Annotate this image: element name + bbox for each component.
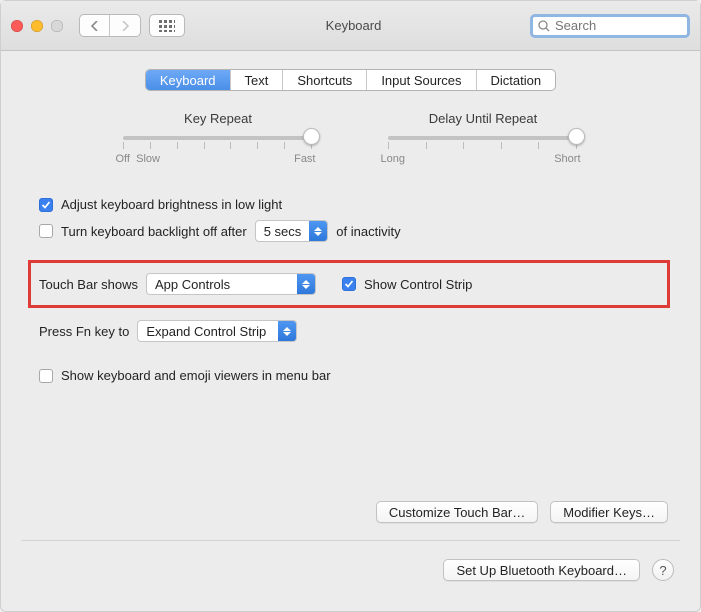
touch-bar-shows-label: Touch Bar shows [39,277,138,292]
touch-bar-shows-popup[interactable]: App Controls [146,273,316,295]
backlight-off-checkbox[interactable] [39,224,53,238]
delay-until-repeat-slider[interactable] [388,136,578,150]
show-viewers-checkbox[interactable] [39,369,53,383]
help-button[interactable]: ? [652,559,674,581]
tab-input-sources[interactable]: Input Sources [367,70,476,90]
search-icon [538,20,550,32]
minimize-window-button[interactable] [31,20,43,32]
show-viewers-row: Show keyboard and emoji viewers in menu … [31,364,670,387]
press-fn-popup[interactable]: Expand Control Strip [137,320,297,342]
content-area: Key Repeat Off Slow Fast Delay Until Rep… [1,91,700,387]
slider-knob[interactable] [303,128,320,145]
grid-icon [159,20,175,32]
press-fn-value: Expand Control Strip [138,321,278,341]
press-fn-label: Press Fn key to [39,324,129,339]
setup-bluetooth-keyboard-button[interactable]: Set Up Bluetooth Keyboard… [443,559,640,581]
stepper-arrows-icon [278,321,296,341]
back-button[interactable] [80,15,110,36]
highlight-annotation: Touch Bar shows App Controls Show Contro… [28,260,670,308]
adjust-brightness-label: Adjust keyboard brightness in low light [61,197,282,212]
adjust-brightness-checkbox[interactable] [39,198,53,212]
slider-knob[interactable] [568,128,585,145]
search-field[interactable] [530,14,690,38]
show-control-strip-label: Show Control Strip [364,277,472,292]
tab-dictation[interactable]: Dictation [477,70,556,90]
key-repeat-slider[interactable] [123,136,313,150]
delay-legend: Long Short [381,153,581,165]
stepper-arrows-icon [297,274,315,294]
adjust-brightness-row: Adjust keyboard brightness in low light [31,193,670,216]
show-viewers-label: Show keyboard and emoji viewers in menu … [61,368,331,383]
check-icon [41,200,51,210]
window-title: Keyboard [193,18,514,33]
modifier-keys-button[interactable]: Modifier Keys… [550,501,668,523]
backlight-off-label-b: of inactivity [336,224,400,239]
touch-bar-shows-row: Touch Bar shows App Controls Show Contro… [39,269,659,299]
preferences-window: Keyboard Keyboard Text Shortcuts Input S… [0,0,701,612]
delay-until-repeat-label: Delay Until Repeat [386,111,581,126]
search-input[interactable] [553,17,701,34]
press-fn-row: Press Fn key to Expand Control Strip [31,316,670,346]
content-buttons: Customize Touch Bar… Modifier Keys… [376,501,668,523]
delay-until-repeat-group: Delay Until Repeat Long Short [386,111,581,165]
window-buttons: Set Up Bluetooth Keyboard… ? [443,559,674,581]
key-repeat-legend: Off Slow Fast [116,153,316,165]
forward-button[interactable] [110,15,140,36]
options-section: Adjust keyboard brightness in low light … [31,193,670,387]
traffic-lights [11,20,63,32]
backlight-timeout-value: 5 secs [256,221,310,241]
backlight-timeout-popup[interactable]: 5 secs [255,220,329,242]
check-icon [344,279,354,289]
tab-shortcuts[interactable]: Shortcuts [283,70,367,90]
show-control-strip-checkbox[interactable] [342,277,356,291]
tab-bar: Keyboard Text Shortcuts Input Sources Di… [145,69,556,91]
stepper-arrows-icon [309,221,327,241]
backlight-off-label-a: Turn keyboard backlight off after [61,224,247,239]
zoom-window-button[interactable] [51,20,63,32]
close-window-button[interactable] [11,20,23,32]
key-repeat-label: Key Repeat [121,111,316,126]
sliders-group: Key Repeat Off Slow Fast Delay Until Rep… [31,111,670,165]
customize-touch-bar-button[interactable]: Customize Touch Bar… [376,501,538,523]
chevron-right-icon [121,21,129,31]
show-all-button[interactable] [149,14,185,37]
tab-text[interactable]: Text [231,70,284,90]
backlight-off-row: Turn keyboard backlight off after 5 secs… [31,216,670,246]
chevron-left-icon [91,21,99,31]
tab-keyboard[interactable]: Keyboard [146,70,231,90]
nav-back-forward [79,14,141,37]
key-repeat-group: Key Repeat Off Slow Fast [121,111,316,165]
titlebar: Keyboard [1,1,700,51]
separator [21,540,680,541]
touch-bar-shows-value: App Controls [147,274,297,294]
